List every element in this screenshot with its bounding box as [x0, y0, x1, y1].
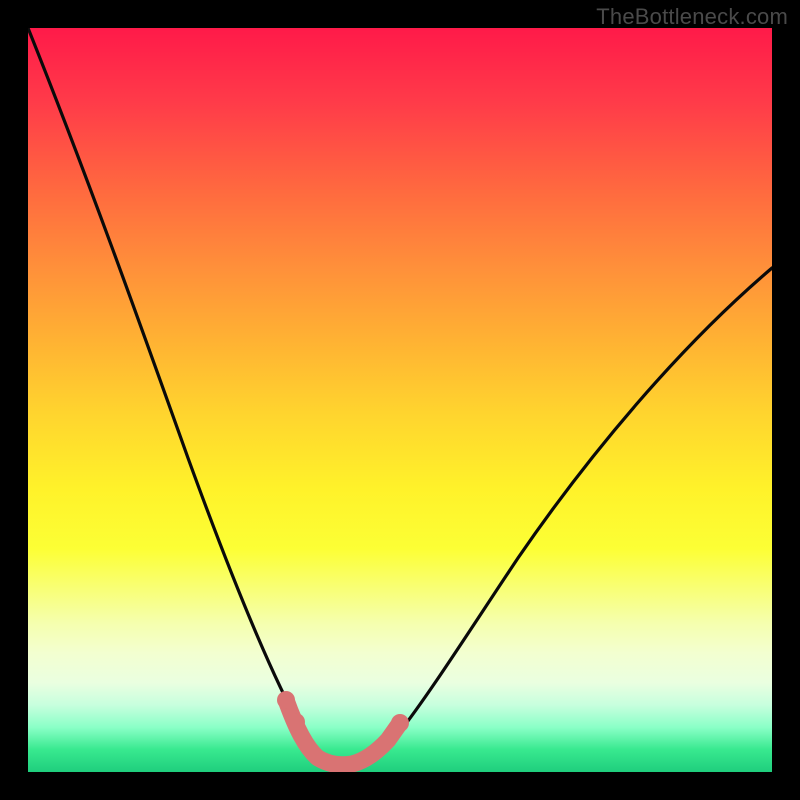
highlight-dot-left — [277, 691, 295, 709]
watermark-text: TheBottleneck.com — [596, 4, 788, 30]
plot-area — [28, 28, 772, 772]
highlight-dot-right — [391, 714, 409, 732]
highlight-minimum — [286, 700, 400, 765]
bottleneck-curve — [28, 28, 772, 764]
chart-frame: TheBottleneck.com — [0, 0, 800, 800]
highlight-dot-left2 — [287, 713, 305, 731]
curve-layer — [28, 28, 772, 772]
